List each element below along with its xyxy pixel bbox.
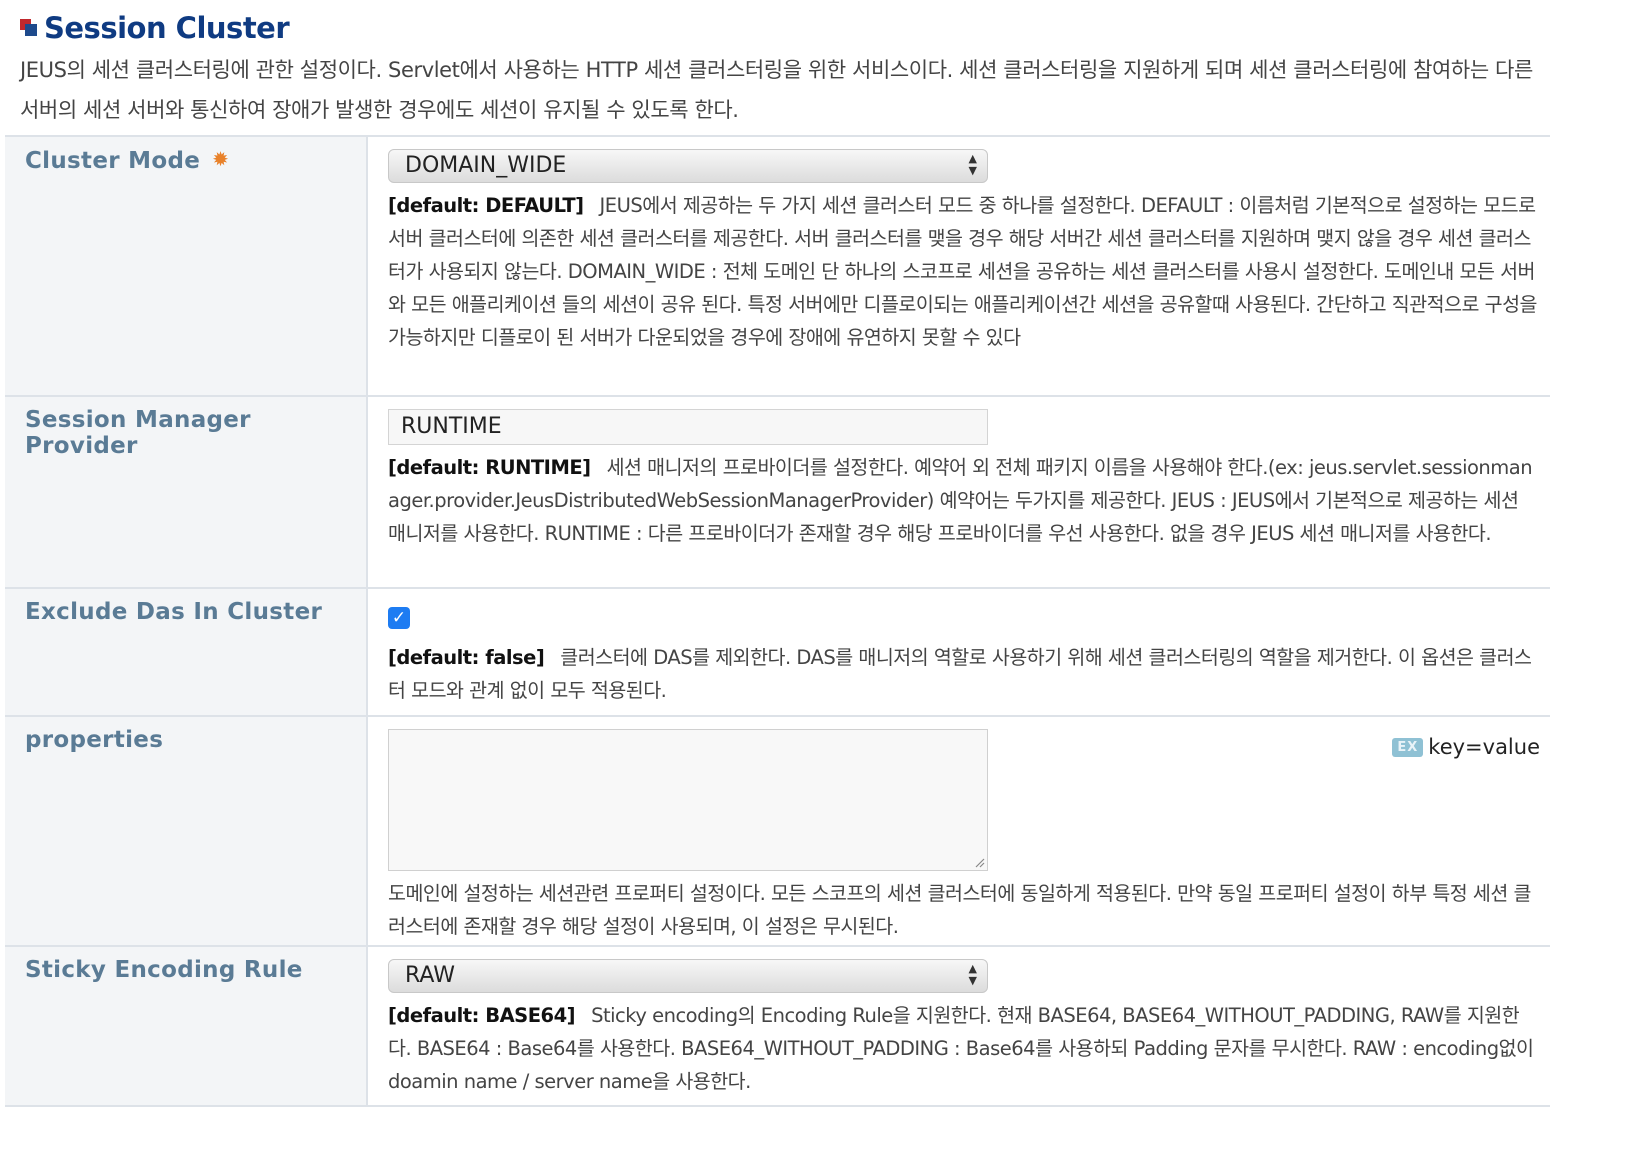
session-manager-provider-description: [default: RUNTIME] 세션 매니저의 프로바이더를 설정한다. 예…	[388, 451, 1540, 550]
default-value: [default: false]	[388, 646, 545, 669]
row-sticky-encoding-rule: Sticky Encoding Rule RAW ▲ ▼ [default: BA…	[5, 947, 1550, 1107]
cluster-mode-select[interactable]: DOMAIN_WIDE ▲ ▼	[388, 149, 988, 183]
default-value: [default: RUNTIME]	[388, 456, 591, 479]
example-badge-icon: EX	[1392, 737, 1424, 757]
section-bullet-icon	[20, 19, 38, 37]
default-value: [default: BASE64]	[388, 1004, 576, 1027]
cluster-mode-description: [default: DEFAULT] JEUS에서 제공하는 두 가지 세션 클러…	[388, 189, 1540, 354]
value-cell: RUNTIME [default: RUNTIME] 세션 매니저의 프로바이더를…	[368, 397, 1550, 587]
row-session-manager-provider: Session Manager Provider RUNTIME [defaul…	[5, 397, 1550, 589]
value-cell: ✓ [default: false] 클러스터에 DAS를 제외한다. DAS를 …	[368, 589, 1550, 715]
session-manager-provider-label: Session Manager Provider	[25, 407, 251, 459]
sticky-encoding-rule-description: [default: BASE64] Sticky encoding의 Encodi…	[388, 999, 1540, 1098]
value-cell: RAW ▲ ▼ [default: BASE64] Sticky encoding의…	[368, 947, 1550, 1105]
exclude-das-label: Exclude Das In Cluster	[25, 599, 323, 625]
page-description: JEUS의 세션 클러스터링에 관한 설정이다. Servlet에서 사용하는 …	[20, 58, 1533, 122]
label-cell: Exclude Das In Cluster	[5, 589, 368, 715]
properties-textarea[interactable]	[388, 729, 988, 871]
row-properties: properties EX key=value 도메인에 설정하는 세션관련 프…	[5, 717, 1550, 947]
description-text: 클러스터에 DAS를 제외한다. DAS를 매니저의 역할로 사용하기 위해 세…	[388, 646, 1532, 702]
default-value: [default: DEFAULT]	[388, 194, 584, 217]
label-cell: Session Manager Provider	[5, 397, 368, 587]
label-cell: Sticky Encoding Rule	[5, 947, 368, 1105]
cluster-mode-selected-value: DOMAIN_WIDE	[405, 153, 567, 178]
settings-table: Cluster Mode ✹ DOMAIN_WIDE ▲ ▼ [default: D…	[5, 135, 1550, 1107]
label-cell: Cluster Mode ✹	[5, 137, 368, 395]
exclude-das-checkbox[interactable]: ✓	[388, 607, 410, 629]
row-cluster-mode: Cluster Mode ✹ DOMAIN_WIDE ▲ ▼ [default: D…	[5, 137, 1550, 397]
cluster-mode-label: Cluster Mode	[25, 148, 201, 174]
sticky-encoding-rule-select[interactable]: RAW ▲ ▼	[388, 959, 988, 993]
properties-description: 도메인에 설정하는 세션관련 프로퍼티 설정이다. 모든 스코프의 세션 클러스…	[388, 882, 1531, 938]
value-cell: DOMAIN_WIDE ▲ ▼ [default: DEFAULT] JEUS에서 …	[368, 137, 1550, 395]
description-text: JEUS에서 제공하는 두 가지 세션 클러스터 모드 중 하나를 설정한다. …	[388, 194, 1537, 349]
session-cluster-page: Session Cluster JEUS의 세션 클러스터링에 관한 설정이다.…	[0, 0, 1628, 1164]
select-arrows-icon: ▲ ▼	[968, 962, 977, 987]
value-cell: EX key=value 도메인에 설정하는 세션관련 프로퍼티 설정이다. 모…	[368, 717, 1550, 945]
properties-label: properties	[25, 727, 164, 753]
row-exclude-das: Exclude Das In Cluster ✓ [default: false…	[5, 589, 1550, 717]
gear-icon: ✹	[212, 147, 229, 171]
select-arrows-icon: ▲ ▼	[968, 152, 977, 177]
page-header: Session Cluster	[20, 8, 290, 48]
page-title: Session Cluster	[44, 11, 290, 45]
label-cell: properties	[5, 717, 368, 945]
session-manager-provider-input[interactable]: RUNTIME	[388, 409, 988, 445]
exclude-das-description: [default: false] 클러스터에 DAS를 제외한다. DAS를 매니…	[388, 641, 1540, 707]
sticky-encoding-rule-label: Sticky Encoding Rule	[25, 957, 303, 983]
resize-grip-icon[interactable]	[973, 856, 985, 868]
example-text: key=value	[1428, 735, 1540, 759]
sticky-encoding-selected-value: RAW	[405, 963, 455, 988]
properties-example: EX key=value	[1392, 735, 1540, 759]
